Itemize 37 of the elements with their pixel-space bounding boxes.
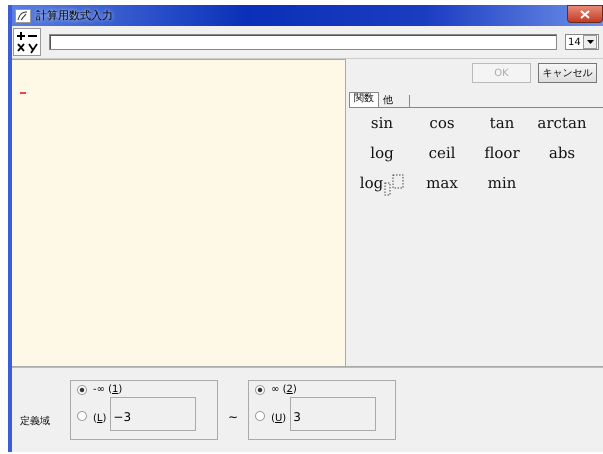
- radio-button[interactable]: [255, 384, 266, 394]
- bound-value-field[interactable]: −3: [110, 397, 196, 431]
- option-label[interactable]: ∞ (2): [271, 384, 297, 395]
- close-button[interactable]: [567, 5, 603, 23]
- function-button[interactable]: arctan: [532, 114, 592, 138]
- radio-button[interactable]: [77, 384, 87, 394]
- bound-value-field[interactable]: 3: [290, 397, 376, 431]
- expression-field[interactable]: [49, 34, 557, 50]
- range-separator: ~: [228, 410, 238, 424]
- option-label[interactable]: (L): [93, 413, 106, 424]
- tab[interactable]: 関数: [349, 92, 379, 107]
- radio-button[interactable]: [77, 411, 87, 421]
- function-button[interactable]: floor: [472, 144, 532, 168]
- function-button[interactable]: ceil: [412, 144, 472, 168]
- tab[interactable]: 他: [379, 95, 410, 107]
- function-button[interactable]: cos: [412, 114, 472, 138]
- cancel-button[interactable]: キャンセル: [538, 63, 597, 83]
- window-title: 計算用数式入力: [36, 8, 113, 23]
- function-button[interactable]: abs: [532, 144, 592, 168]
- function-button[interactable]: log: [352, 174, 412, 198]
- close-icon: [580, 10, 590, 18]
- placeholder-icon: [384, 174, 404, 196]
- option-label[interactable]: (U): [271, 413, 286, 424]
- function-button[interactable]: tan: [472, 114, 532, 138]
- pen-icon: [15, 8, 31, 22]
- cursor-mark: [20, 92, 26, 94]
- function-button[interactable]: min: [472, 174, 532, 198]
- function-button[interactable]: sin: [352, 114, 412, 138]
- function-button[interactable]: log: [352, 144, 412, 168]
- radio-button[interactable]: [255, 411, 266, 421]
- function-button[interactable]: max: [412, 174, 472, 198]
- math-symbols-icon: [15, 30, 39, 54]
- math-symbols-button[interactable]: [13, 28, 41, 56]
- domain-label: 定義域: [20, 414, 51, 428]
- dropdown-arrow-icon: [586, 40, 594, 44]
- option-label[interactable]: -∞ (1): [93, 384, 122, 395]
- font-size-dropdown[interactable]: 14: [565, 34, 599, 50]
